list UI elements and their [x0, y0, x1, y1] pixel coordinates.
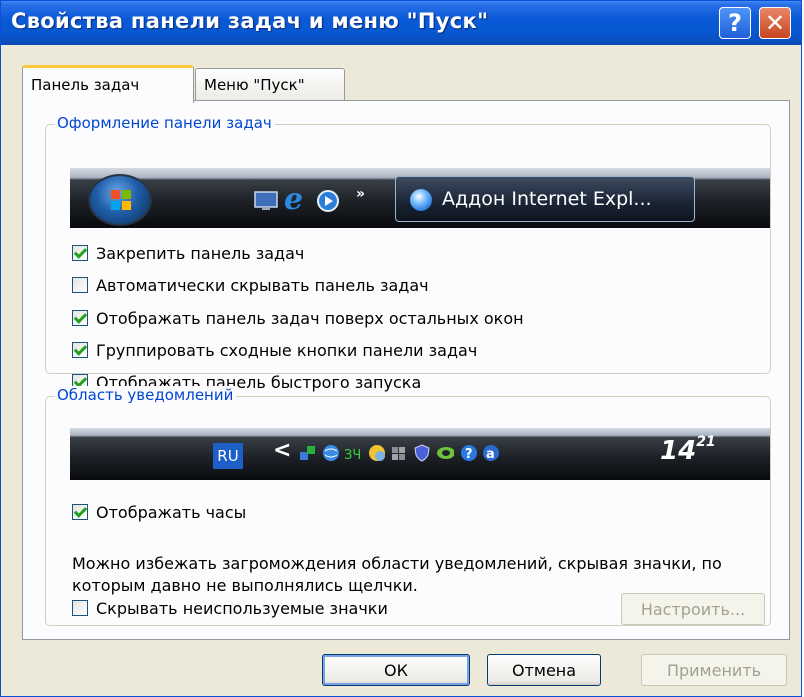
- hide-inactive-checkbox[interactable]: [72, 600, 88, 616]
- notification-area-group: Область уведомлений RU < ЗЧ ? a 1421 Ото…: [45, 386, 771, 626]
- help-icon: ?: [728, 9, 742, 37]
- taskbar-appearance-group: Оформление панели задач e » Аддон Intern…: [45, 114, 771, 392]
- customize-button[interactable]: Настроить...: [621, 593, 765, 625]
- group-buttons-checkbox[interactable]: [72, 342, 88, 358]
- apply-button[interactable]: Применить: [641, 654, 787, 686]
- keep-on-top-checkbox[interactable]: [72, 310, 88, 326]
- globe-tray-icon: [323, 445, 339, 461]
- agent-tray-icon: a: [483, 445, 499, 462]
- option-label: Группировать сходные кнопки панели задач: [96, 340, 478, 360]
- taskbar-preview-button: Аддон Internet Expl...: [395, 176, 695, 222]
- close-icon: ✕: [764, 9, 786, 37]
- windows-tray-icon: [392, 447, 405, 460]
- option-label: Скрывать неиспользуемые значки: [96, 598, 388, 618]
- windows-flag-icon: [111, 190, 131, 210]
- option-label: Отображать часы: [96, 502, 247, 522]
- help-tray-icon: ?: [461, 445, 477, 462]
- tab-taskbar[interactable]: Панель задач: [22, 65, 194, 103]
- tab-start-menu[interactable]: Меню "Пуск": [195, 68, 345, 100]
- tab-panel: Оформление панели задач e » Аддон Intern…: [22, 100, 790, 640]
- tray-preview: RU < ЗЧ ? a 1421: [70, 428, 770, 480]
- security-shield-icon: [414, 444, 430, 462]
- media-player-icon: [316, 190, 342, 212]
- option-autohide-taskbar[interactable]: Автоматически скрывать панель задач: [72, 274, 429, 296]
- messenger-tray-icon: [369, 445, 385, 461]
- show-clock-checkbox[interactable]: [72, 504, 88, 520]
- lock-taskbar-checkbox[interactable]: [72, 245, 88, 261]
- close-button[interactable]: ✕: [759, 7, 791, 39]
- clock-minutes: 21: [696, 434, 716, 450]
- ok-button[interactable]: ОК: [322, 654, 470, 686]
- taskbar-preview-label: Аддон Internet Expl...: [442, 188, 652, 210]
- svg-text:ЗЧ: ЗЧ: [344, 448, 361, 462]
- option-keep-on-top[interactable]: Отображать панель задач поверх остальных…: [72, 307, 524, 329]
- option-label: Закрепить панель задач: [96, 243, 305, 263]
- svg-text:a: a: [486, 447, 495, 462]
- language-indicator: RU: [213, 443, 243, 469]
- tray-clock: 1421: [660, 434, 716, 466]
- option-show-clock[interactable]: Отображать часы: [72, 501, 246, 523]
- internet-explorer-icon: e: [284, 182, 304, 217]
- taskbar-appearance-title: Оформление панели задач: [54, 114, 275, 132]
- option-label: Отображать панель задач поверх остальных…: [96, 308, 524, 328]
- svg-text:?: ?: [465, 447, 473, 462]
- option-group-buttons[interactable]: Группировать сходные кнопки панели задач: [72, 339, 477, 361]
- nvidia-tray-icon: [437, 447, 454, 459]
- option-hide-inactive-icons[interactable]: Скрывать неиспользуемые значки: [72, 597, 388, 619]
- option-label: Автоматически скрывать панель задач: [96, 275, 429, 295]
- properties-window: Свойства панели задач и меню "Пуск" ? ✕ …: [0, 0, 802, 697]
- title-bar[interactable]: Свойства панели задач и меню "Пуск" ? ✕: [1, 1, 801, 45]
- window-title: Свойства панели задач и меню "Пуск": [11, 9, 489, 33]
- start-orb-icon: [88, 174, 152, 226]
- help-button[interactable]: ?: [719, 7, 751, 39]
- show-desktop-icon: [254, 190, 280, 212]
- tray-expand-icon: <: [273, 438, 292, 463]
- notification-description: Можно избежать загромождения области уве…: [72, 554, 722, 595]
- clock-hours: 14: [660, 436, 697, 466]
- autohide-checkbox[interactable]: [72, 277, 88, 293]
- ie-task-icon: [410, 189, 432, 211]
- keyboard-layout-tray-icon: ЗЧ: [344, 448, 361, 462]
- cancel-button[interactable]: Отмена: [487, 654, 601, 686]
- quick-launch-overflow-icon: »: [356, 186, 366, 202]
- network-tray-icon: [300, 446, 315, 460]
- taskbar-preview: e » Аддон Internet Expl...: [70, 168, 770, 228]
- notification-area-title: Область уведомлений: [54, 386, 237, 404]
- option-lock-taskbar[interactable]: Закрепить панель задач: [72, 242, 304, 264]
